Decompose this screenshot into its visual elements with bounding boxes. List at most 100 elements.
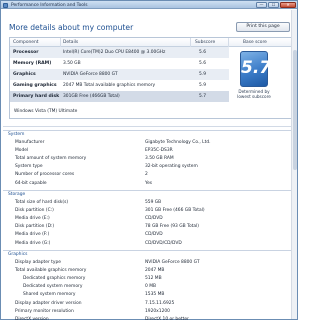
detail-value: 0 MB xyxy=(145,284,156,290)
column-divider xyxy=(60,38,61,47)
column-details[interactable]: Details xyxy=(63,40,78,45)
score-summary-table: Component Details Subscore Base score Pr… xyxy=(9,37,292,119)
detail-row: Dedicated graphics memory 512 MB xyxy=(3,274,295,282)
component-label: Graphics xyxy=(13,72,36,77)
summary-row-gaming-graphics: Gaming graphics 2047 MB Total available … xyxy=(10,80,229,91)
detail-row: System type 32-bit operating system xyxy=(3,163,295,171)
detail-row: 64-bit capable Yes xyxy=(3,179,295,187)
vertical-scrollbar[interactable] xyxy=(291,10,297,319)
detail-value: 512 MB xyxy=(145,275,162,281)
detail-key: Disk partition (D:) xyxy=(15,224,55,230)
detail-value: Gigabyte Technology Co., Ltd. xyxy=(145,139,211,145)
os-edition: Windows Vista (TM) Ultimate xyxy=(14,109,78,114)
section-graphics: Graphics xyxy=(3,250,295,257)
subscore-value: 5.6 xyxy=(199,61,206,66)
detail-value: CD/DVD/CD/DVD xyxy=(145,240,182,246)
detail-key: Model xyxy=(15,147,29,153)
minimize-button[interactable]: — xyxy=(256,2,267,8)
detail-row: Disk partition (C:) 301 GB Free (466 GB T… xyxy=(3,206,295,214)
detail-row: Media drive (F:) CD/DVD xyxy=(3,231,295,239)
component-details: 3.50 GB xyxy=(63,61,81,66)
page-title: More details about my computer xyxy=(9,23,134,32)
column-component[interactable]: Component xyxy=(13,40,39,45)
section-storage: Storage xyxy=(3,190,295,197)
app-icon xyxy=(3,2,8,8)
section-label: System xyxy=(8,132,25,137)
content-area: More details about my computer Print thi… xyxy=(3,10,295,320)
detail-key: 64-bit capable xyxy=(15,180,47,186)
detail-row: Shared system memory 1535 MB xyxy=(3,291,295,299)
close-button[interactable]: ✕ xyxy=(280,2,296,8)
component-details: 2047 MB Total available graphics memory xyxy=(63,83,156,88)
detail-value: Yes xyxy=(145,180,153,186)
subscore-value: 5.6 xyxy=(199,50,206,55)
detail-key: Total amount of system memory xyxy=(15,155,87,161)
base-score-badge: 5.7 xyxy=(240,51,272,87)
component-details: Intel(R) Core(TM)2 Duo CPU E8400 @ 3.00G… xyxy=(63,50,166,55)
detail-value: CD/DVD xyxy=(145,215,163,221)
section-system: System xyxy=(3,130,295,137)
maximize-button[interactable]: ☐ xyxy=(268,2,279,8)
detail-row: Total amount of system memory 3.50 GB RAM xyxy=(3,154,295,162)
detail-key: Primary monitor resolution xyxy=(15,308,74,314)
detail-value: 7.15.11.6925 xyxy=(145,300,175,306)
detail-key: Media drive (E:) xyxy=(15,215,50,221)
detail-value: CD/DVD xyxy=(145,232,163,238)
detail-row: Dedicated system memory 0 MB xyxy=(3,283,295,291)
detail-row: Display adapter type NVIDIA GeForce 8800 … xyxy=(3,258,295,266)
detail-row: DirectX version DirectX 10 or better xyxy=(3,315,295,320)
title-bar[interactable]: Performance Information and Tools — ☐ ✕ xyxy=(1,1,297,9)
detail-value: 2047 MB xyxy=(145,267,165,273)
detail-value: 1920x1200 xyxy=(145,308,170,314)
column-base-score[interactable]: Base score xyxy=(243,40,267,45)
detail-value: 32-bit operating system xyxy=(145,164,198,170)
detail-row: Manufacturer Gigabyte Technology Co., Ltd… xyxy=(3,138,295,146)
component-label: Primary hard disk xyxy=(13,94,60,99)
detail-key: Dedicated graphics memory xyxy=(23,275,86,281)
section-label: Graphics xyxy=(8,252,28,257)
column-divider xyxy=(190,38,191,47)
window-title: Performance Information and Tools xyxy=(11,2,88,8)
component-label: Processor xyxy=(13,50,39,55)
detail-row: Primary monitor resolution 1920x1200 xyxy=(3,307,295,315)
base-score-caption: Determined by lowest subscore xyxy=(237,89,271,100)
detail-key: Dedicated system memory xyxy=(23,284,83,290)
detail-row: Number of processor cores 2 xyxy=(3,171,295,179)
details-table: System Manufacturer Gigabyte Technology C… xyxy=(3,126,295,320)
column-subscore[interactable]: Subscore xyxy=(195,40,215,45)
detail-key: Media drive (F:) xyxy=(15,232,50,238)
summary-row-memory: Memory (RAM) 3.50 GB 5.6 xyxy=(10,58,229,69)
scrollbar-thumb[interactable] xyxy=(293,50,297,170)
detail-value: 1535 MB xyxy=(145,292,165,298)
detail-row: Total size of hard disk(s) 559 GB xyxy=(3,198,295,206)
summary-row-graphics: Graphics NVIDIA GeForce 8800 GT 5.9 xyxy=(10,69,229,80)
detail-key: Number of processor cores xyxy=(15,172,75,178)
base-score-value: 5.7 xyxy=(241,58,272,78)
subscore-value: 5.7 xyxy=(199,94,206,99)
detail-value: 559 GB xyxy=(145,199,162,205)
subscore-value: 5.9 xyxy=(199,83,206,88)
detail-key: Display adapter driver version xyxy=(15,300,82,306)
detail-row: Model EP35C-DS3R xyxy=(3,146,295,154)
summary-header: Component Details Subscore Base score xyxy=(10,38,291,47)
summary-row-primary-hard-disk: Primary hard disk 301GB Free (466GB Tota… xyxy=(10,91,229,102)
detail-row: Total available graphics memory 2047 MB xyxy=(3,266,295,274)
section-label: Storage xyxy=(8,192,26,197)
detail-value: 3.50 GB RAM xyxy=(145,155,174,161)
component-details: NVIDIA GeForce 8800 GT xyxy=(63,72,118,77)
detail-key: Total size of hard disk(s) xyxy=(15,199,69,205)
subscore-value: 5.9 xyxy=(199,72,206,77)
detail-value: NVIDIA GeForce 8800 GT xyxy=(145,259,200,265)
component-details: 301GB Free (466GB Total) xyxy=(63,94,120,99)
performance-details-window: Performance Information and Tools — ☐ ✕ … xyxy=(0,0,298,320)
column-divider xyxy=(228,38,229,47)
detail-value: 78 GB Free (93 GB Total) xyxy=(145,224,199,230)
detail-key: Media drive (G:) xyxy=(15,240,51,246)
detail-key: Display adapter type xyxy=(15,259,61,265)
detail-value: 301 GB Free (466 GB Total) xyxy=(145,207,205,213)
detail-row: Media drive (G:) CD/DVD/CD/DVD xyxy=(3,239,295,247)
detail-key: Disk partition (C:) xyxy=(15,207,54,213)
detail-key: System type xyxy=(15,164,43,170)
print-page-button[interactable]: Print this page xyxy=(236,22,290,32)
detail-key: Total available graphics memory xyxy=(15,267,87,273)
